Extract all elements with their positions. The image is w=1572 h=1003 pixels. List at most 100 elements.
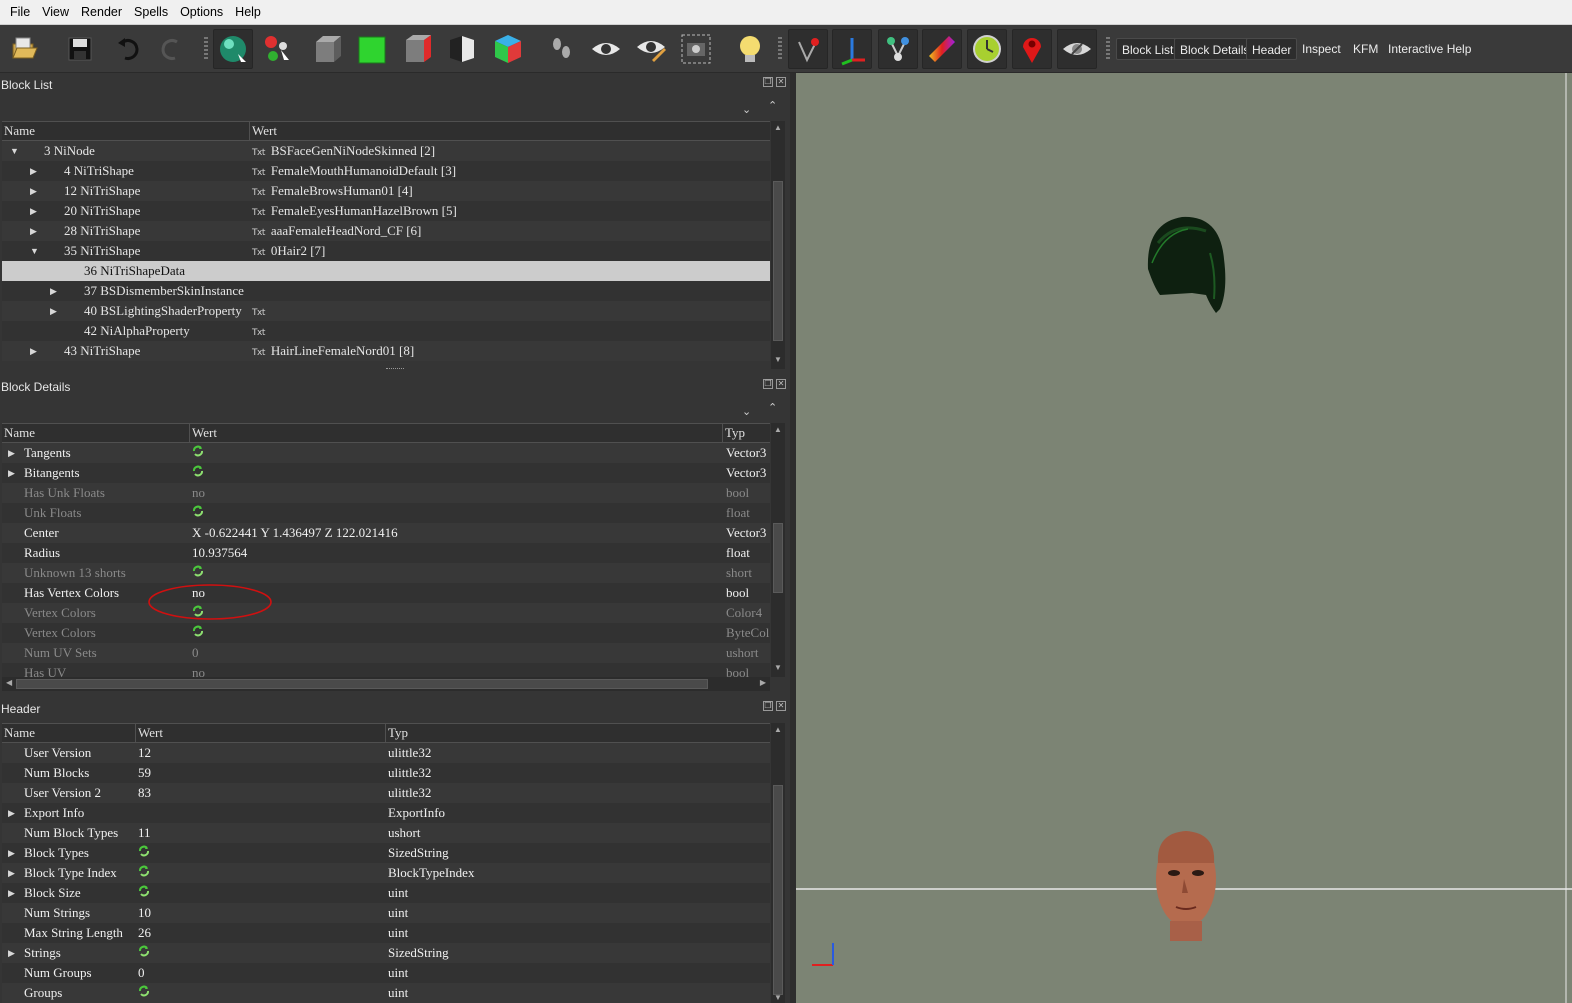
expand-arrow-right-icon[interactable]: ▶ <box>30 181 37 201</box>
block-details-row[interactable]: Radius 10.937564 float <box>2 543 770 563</box>
collapse-all-icon[interactable]: ⌃ <box>768 401 777 414</box>
block-details-row[interactable]: Unk Floats float <box>2 503 770 523</box>
map-pin-icon[interactable] <box>1012 29 1052 69</box>
block-list-row[interactable]: ▶ 40 BSLightingShaderProperty Txt <box>2 301 770 321</box>
block-details-row[interactable]: Has UV no bool <box>2 663 770 677</box>
tab-inspect[interactable]: Inspect <box>1297 38 1346 60</box>
field-value[interactable]: 10.937564 <box>192 543 247 563</box>
block-list-row[interactable]: 42 NiAlphaProperty Txt <box>2 321 770 341</box>
header-row[interactable]: Groups uint <box>2 983 770 1003</box>
footprints-icon[interactable] <box>542 29 582 69</box>
cube-green-icon[interactable] <box>352 29 392 69</box>
expand-arrow-right-icon[interactable]: ▶ <box>30 201 37 221</box>
field-value[interactable]: no <box>192 663 205 677</box>
block-list-row[interactable]: ▶ 20 NiTriShape Txt FemaleEyesHumanHazelBro… <box>2 201 770 221</box>
menu-view[interactable]: View <box>36 5 75 19</box>
field-value[interactable]: 59 <box>138 763 151 783</box>
header-row[interactable]: ▶ Export Info ExportInfo <box>2 803 770 823</box>
tab-header[interactable]: Header <box>1246 38 1298 60</box>
col-wert[interactable]: Wert <box>250 122 770 140</box>
menu-render[interactable]: Render <box>75 5 128 19</box>
expand-arrow-right-icon[interactable]: ▶ <box>8 803 15 823</box>
expand-arrow-right-icon[interactable]: ▶ <box>8 883 15 903</box>
expand-arrow-down-icon[interactable]: ▼ <box>30 241 39 261</box>
open-file-icon[interactable] <box>4 29 44 69</box>
field-value[interactable] <box>192 443 204 463</box>
header-row[interactable]: User Version 2 83 ulittle32 <box>2 783 770 803</box>
field-value[interactable]: 11 <box>138 823 151 843</box>
render-mode-sphere-icon[interactable] <box>213 29 253 69</box>
field-value[interactable] <box>138 883 150 903</box>
field-value[interactable] <box>138 943 150 963</box>
cube-grey-icon[interactable] <box>308 29 348 69</box>
close-icon[interactable]: ✕ <box>776 379 786 389</box>
expand-arrow-right-icon[interactable]: ▶ <box>8 463 15 483</box>
float-icon[interactable]: ❐ <box>763 77 773 87</box>
header-row[interactable]: Max String Length 26 uint <box>2 923 770 943</box>
field-value[interactable]: 12 <box>138 743 151 763</box>
expand-arrow-right-icon[interactable]: ▶ <box>8 443 15 463</box>
block-details-row[interactable]: Num UV Sets 0 ushort <box>2 643 770 663</box>
field-value[interactable]: 0 <box>192 643 199 663</box>
field-value[interactable] <box>192 563 204 583</box>
axes-tool-icon[interactable] <box>832 29 872 69</box>
field-value[interactable]: no <box>192 483 205 503</box>
menu-help[interactable]: Help <box>229 5 267 19</box>
gradient-ruler-icon[interactable] <box>922 29 962 69</box>
block-details-scrollbar[interactable]: ▲ ▼ <box>771 423 785 677</box>
col-name[interactable]: Name <box>2 122 250 140</box>
block-list-row[interactable]: ▶ 12 NiTriShape Txt FemaleBrowsHuman01 [4] <box>2 181 770 201</box>
expand-all-icon[interactable]: ⌄ <box>742 405 751 418</box>
field-value[interactable] <box>138 843 150 863</box>
expand-arrow-right-icon[interactable]: ▶ <box>30 341 37 361</box>
block-details-hscrollbar[interactable]: ◀ ▶ <box>2 677 770 691</box>
block-details-row[interactable]: Has Unk Floats no bool <box>2 483 770 503</box>
field-value[interactable] <box>192 503 204 523</box>
field-value[interactable] <box>192 463 204 483</box>
block-details-row[interactable]: ▶ Bitangents Vector3 <box>2 463 770 483</box>
cube-red-icon[interactable] <box>398 29 438 69</box>
block-list-row[interactable]: ▶ 28 NiTriShape Txt aaaFemaleHeadNord_CF [6… <box>2 221 770 241</box>
field-value[interactable]: 26 <box>138 923 151 943</box>
block-list-row[interactable]: ▶ 43 NiTriShape Txt HairLineFemaleNord01 [8… <box>2 341 770 361</box>
hide-eye-icon[interactable] <box>1057 29 1097 69</box>
float-icon[interactable]: ❐ <box>763 379 773 389</box>
header-scrollbar[interactable]: ▲ ▼ <box>771 723 785 1003</box>
tab-block-details[interactable]: Block Details <box>1174 38 1256 60</box>
save-icon[interactable] <box>60 29 100 69</box>
expand-arrow-right-icon[interactable]: ▶ <box>50 281 57 301</box>
collapse-all-icon[interactable]: ⌃ <box>768 99 777 112</box>
backface-icon[interactable] <box>442 29 482 69</box>
vertex-tool-icon[interactable] <box>788 29 828 69</box>
header-row[interactable]: Num Blocks 59 ulittle32 <box>2 763 770 783</box>
block-details-row[interactable]: Unknown 13 shorts short <box>2 563 770 583</box>
header-row[interactable]: Num Groups 0 uint <box>2 963 770 983</box>
block-list-row[interactable]: ▼ 35 NiTriShape Txt 0Hair2 [7] <box>2 241 770 261</box>
expand-arrow-right-icon[interactable]: ▶ <box>50 301 57 321</box>
block-details-row[interactable]: Vertex Colors ByteCol <box>2 623 770 643</box>
expand-arrow-right-icon[interactable]: ▶ <box>8 943 15 963</box>
expand-all-icon[interactable]: ⌄ <box>742 103 751 116</box>
close-icon[interactable]: ✕ <box>776 77 786 87</box>
block-details-row[interactable]: Has Vertex Colors no bool <box>2 583 770 603</box>
col-name[interactable]: Name <box>2 724 136 742</box>
header-row[interactable]: ▶ Strings SizedString <box>2 943 770 963</box>
field-value[interactable] <box>192 623 204 643</box>
undo-icon[interactable] <box>108 29 148 69</box>
eye-icon[interactable] <box>586 29 626 69</box>
select-nodes-icon[interactable] <box>258 29 298 69</box>
col-typ[interactable]: Typ <box>386 724 770 742</box>
header-row[interactable]: ▶ Block Type Index BlockTypeIndex <box>2 863 770 883</box>
expand-arrow-right-icon[interactable]: ▶ <box>8 843 15 863</box>
menu-options[interactable]: Options <box>174 5 229 19</box>
col-wert[interactable]: Wert <box>136 724 386 742</box>
block-list-row[interactable]: 36 NiTriShapeData <box>2 261 770 281</box>
block-list-row[interactable]: ▼ 3 NiNode Txt BSFaceGenNiNodeSkinned [2] <box>2 141 770 161</box>
col-name[interactable]: Name <box>2 424 190 442</box>
tab-kfm[interactable]: KFM <box>1348 38 1383 60</box>
menu-file[interactable]: File <box>4 5 36 19</box>
field-value[interactable] <box>138 983 150 1003</box>
tab-block-list[interactable]: Block List <box>1116 38 1180 60</box>
expand-arrow-right-icon[interactable]: ▶ <box>30 161 37 181</box>
toolbar-grip-3[interactable] <box>1106 37 1110 61</box>
